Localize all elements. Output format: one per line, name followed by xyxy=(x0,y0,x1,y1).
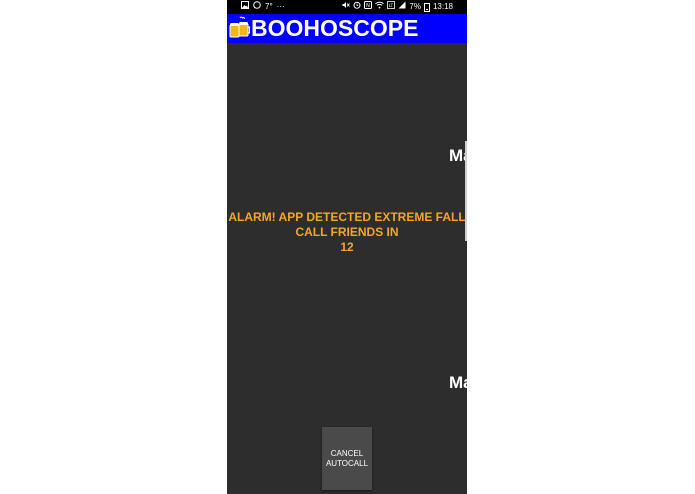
volte-icon: LT xyxy=(387,0,396,14)
offscreen-label-bottom: Ma xyxy=(449,373,467,392)
temperature-text: 7° xyxy=(265,2,273,11)
alarm-clock-icon xyxy=(353,0,361,14)
cancel-label-line-1: CANCEL xyxy=(330,448,364,458)
battery-percent: 7% xyxy=(409,2,421,11)
status-bar-right: N LT 7% 13:18 xyxy=(342,0,453,14)
battery-icon xyxy=(423,2,430,12)
mute-icon xyxy=(342,0,351,14)
svg-text:N: N xyxy=(367,3,371,9)
status-bar: 7° ··· N LT 7% 13:18 xyxy=(227,0,467,14)
clock-time: 13:18 xyxy=(432,2,453,11)
cancel-autocall-label: CANCEL AUTOCALL xyxy=(326,449,368,469)
status-bar-left: 7° ··· xyxy=(241,0,285,14)
alarm-countdown: 12 xyxy=(340,240,354,254)
nfc-icon: N xyxy=(364,0,373,14)
cancel-label-line-2: AUTOCALL xyxy=(325,458,369,468)
signal-icon xyxy=(398,0,406,14)
beer-mugs-logo-icon xyxy=(228,16,251,40)
alarm-line-1: ALARM! APP DETECTED EXTREME FALL xyxy=(228,210,466,224)
gallery-icon xyxy=(241,0,249,14)
fall-alarm-message: ALARM! APP DETECTED EXTREME FALL CALL FR… xyxy=(227,210,467,255)
wifi-icon xyxy=(375,0,385,14)
whatsapp-icon xyxy=(253,0,261,14)
svg-text:LT: LT xyxy=(389,3,394,8)
cancel-autocall-button[interactable]: CANCEL AUTOCALL xyxy=(322,427,372,490)
phone-screen: 7° ··· N LT 7% 13:18 BOOHOSCOPE M M ALAR… xyxy=(227,0,467,494)
app-bar: BOOHOSCOPE xyxy=(227,14,467,43)
app-title: BOOHOSCOPE xyxy=(251,15,419,41)
more-notifications-icon: ··· xyxy=(276,2,285,11)
alarm-line-2: CALL FRIENDS IN xyxy=(295,225,399,239)
